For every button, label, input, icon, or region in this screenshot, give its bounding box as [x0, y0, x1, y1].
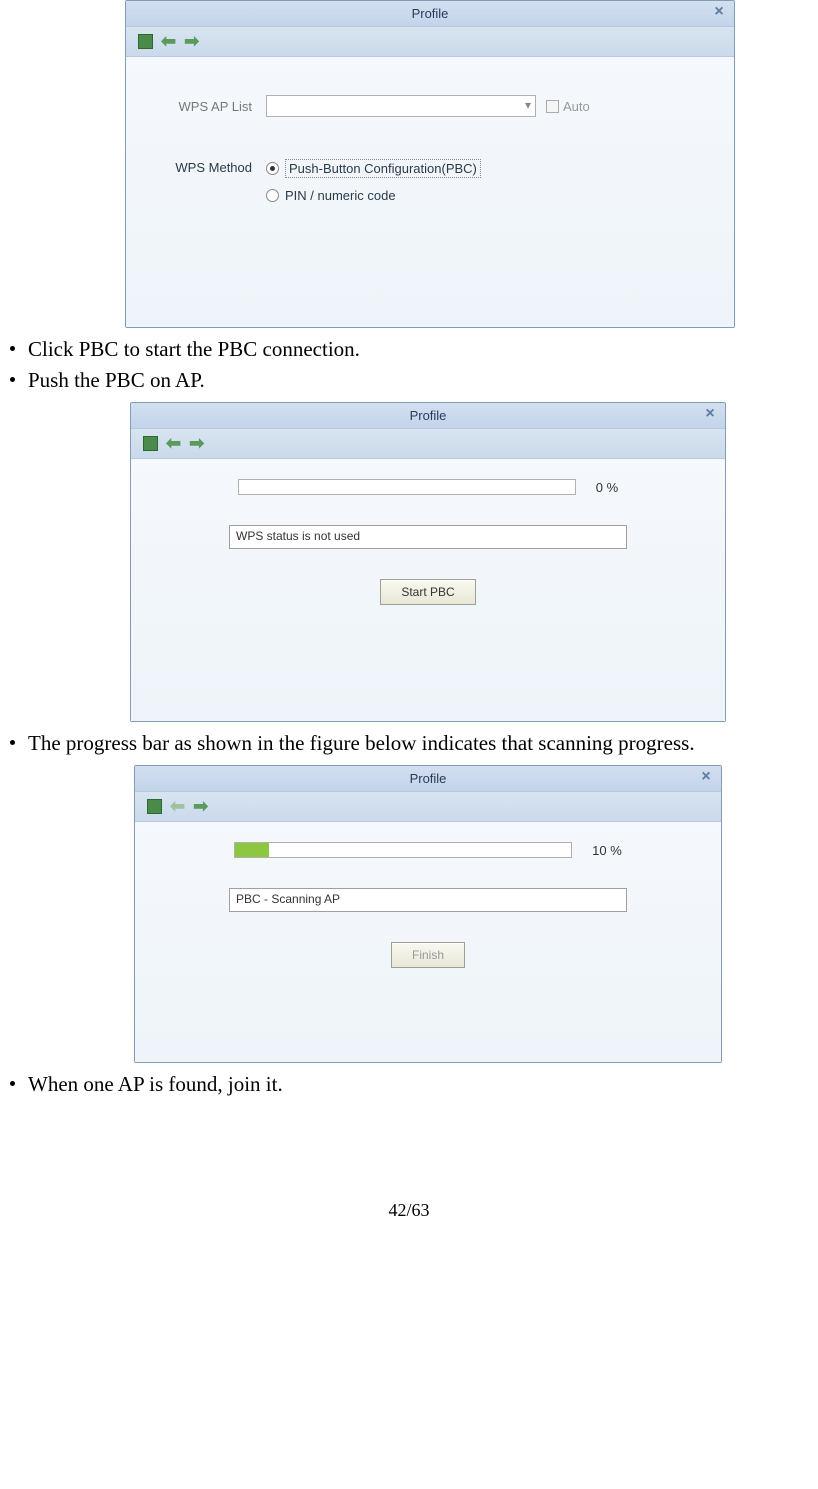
progress-row: 10 %	[234, 842, 622, 858]
list-item: Push the PBC on AP.	[10, 365, 818, 396]
toolbar: ⬅ ➡	[135, 792, 721, 822]
profile-dialog-wps-method: Profile × ⬅ ➡ WPS AP List Auto WPS Metho…	[125, 0, 735, 328]
list-item: The progress bar as shown in the figure …	[10, 728, 818, 759]
close-icon[interactable]: ×	[697, 769, 715, 787]
progress-row: 0 %	[238, 479, 618, 495]
close-icon[interactable]: ×	[701, 406, 719, 424]
status-field[interactable]: WPS status is not used	[229, 525, 627, 549]
forward-arrow-icon[interactable]: ➡	[193, 796, 208, 817]
radio-icon	[266, 189, 279, 202]
back-arrow-icon[interactable]: ⬅	[166, 433, 181, 454]
start-pbc-button[interactable]: Start PBC	[380, 579, 475, 605]
back-arrow-icon[interactable]: ⬅	[161, 31, 176, 52]
radio-pbc[interactable]: Push-Button Configuration(PBC)	[266, 159, 481, 178]
progress-fill	[235, 843, 269, 857]
dialog-title: Profile	[410, 771, 447, 786]
checkbox-icon	[546, 100, 559, 113]
toolbar: ⬅ ➡	[126, 27, 734, 57]
stop-icon[interactable]	[143, 436, 158, 451]
finish-button: Finish	[391, 942, 465, 968]
auto-label: Auto	[563, 99, 590, 114]
page-number: 42/63	[0, 1200, 818, 1241]
instruction-list: The progress bar as shown in the figure …	[0, 728, 818, 759]
dialog-body: 10 % PBC - Scanning AP Finish	[135, 822, 721, 1062]
forward-arrow-icon[interactable]: ➡	[189, 433, 204, 454]
wps-ap-list-row: WPS AP List Auto	[156, 95, 704, 117]
progress-percent: 0 %	[596, 480, 618, 495]
progress-bar	[234, 842, 572, 858]
titlebar: Profile ×	[135, 766, 721, 792]
wps-method-row: WPS Method Push-Button Configuration(PBC…	[156, 159, 704, 203]
radio-pin-label: PIN / numeric code	[285, 188, 396, 203]
profile-dialog-scanning: Profile × ⬅ ➡ 10 % PBC - Scanning AP Fin…	[134, 765, 722, 1063]
stop-icon[interactable]	[138, 34, 153, 49]
toolbar: ⬅ ➡	[131, 429, 725, 459]
status-field[interactable]: PBC - Scanning AP	[229, 888, 627, 912]
dialog-body: 0 % WPS status is not used Start PBC	[131, 459, 725, 721]
titlebar: Profile ×	[126, 1, 734, 27]
radio-pbc-label: Push-Button Configuration(PBC)	[285, 159, 481, 178]
progress-percent: 10 %	[592, 843, 622, 858]
dialog-title: Profile	[412, 6, 449, 21]
stop-icon[interactable]	[147, 799, 162, 814]
auto-checkbox-wrap[interactable]: Auto	[546, 99, 590, 114]
wps-method-radio-group: Push-Button Configuration(PBC) PIN / num…	[266, 159, 481, 203]
wps-ap-list-dropdown[interactable]	[266, 95, 536, 117]
list-item: When one AP is found, join it.	[10, 1069, 818, 1100]
titlebar: Profile ×	[131, 403, 725, 429]
radio-pin[interactable]: PIN / numeric code	[266, 188, 481, 203]
instruction-list: When one AP is found, join it.	[0, 1069, 818, 1100]
instruction-list: Click PBC to start the PBC connection. P…	[0, 334, 818, 396]
back-arrow-icon[interactable]: ⬅	[170, 796, 185, 817]
wps-method-label: WPS Method	[156, 159, 266, 175]
progress-bar	[238, 479, 576, 495]
dialog-body: WPS AP List Auto WPS Method Push-Button …	[126, 57, 734, 327]
close-icon[interactable]: ×	[710, 4, 728, 22]
dialog-title: Profile	[410, 408, 447, 423]
profile-dialog-start-pbc: Profile × ⬅ ➡ 0 % WPS status is not used…	[130, 402, 726, 722]
forward-arrow-icon[interactable]: ➡	[184, 31, 199, 52]
wps-ap-list-label: WPS AP List	[156, 99, 266, 114]
list-item: Click PBC to start the PBC connection.	[10, 334, 818, 365]
radio-icon	[266, 162, 279, 175]
